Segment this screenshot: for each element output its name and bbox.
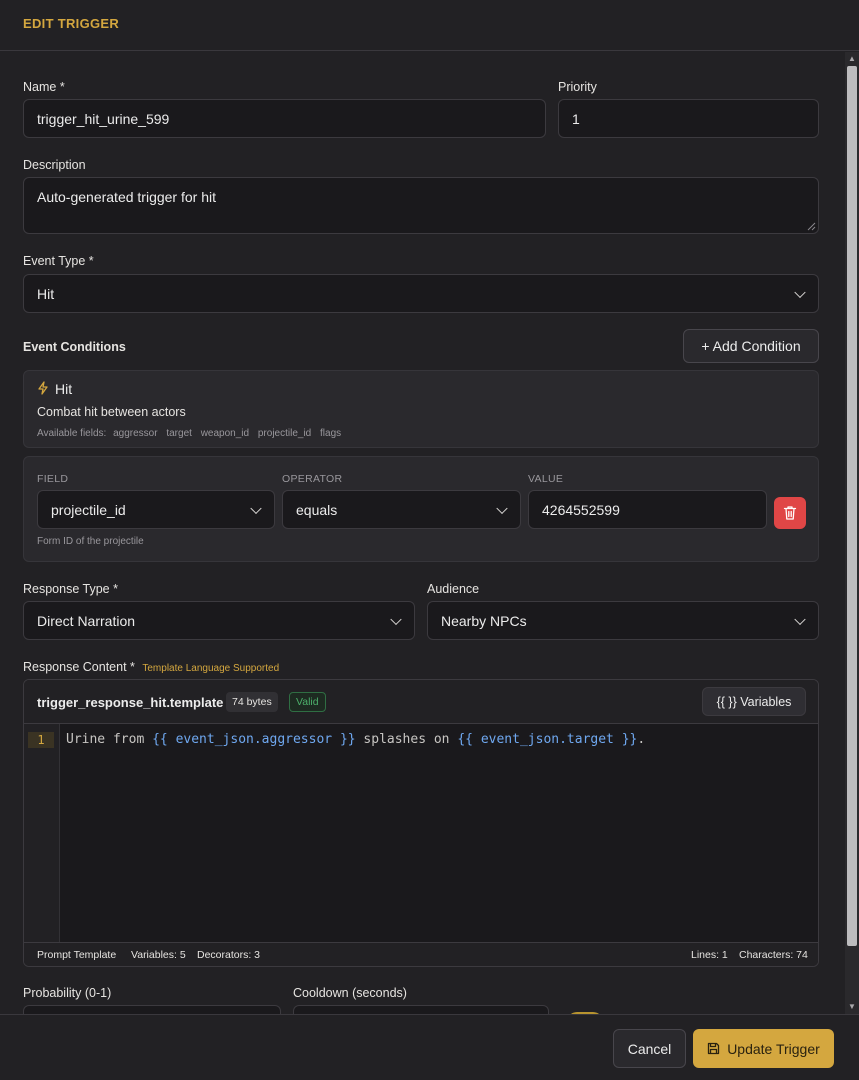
probability-input[interactable] — [23, 1005, 281, 1014]
response-content-label-row: Response Content * Template Language Sup… — [23, 660, 279, 674]
available-fields-line: Available fields: aggressor target weapo… — [37, 428, 341, 439]
priority-input-value: 1 — [572, 110, 580, 127]
description-textarea-value: Auto-generated trigger for hit — [37, 189, 216, 205]
dialog-footer: Cancel Update Trigger — [0, 1014, 859, 1080]
condition-value-text: 4264552599 — [542, 501, 620, 518]
code-token-plain: . — [637, 732, 646, 747]
response-type-label: Response Type * — [23, 582, 118, 596]
event-info-title: Hit — [55, 381, 73, 397]
code-token-var: event_json.aggressor — [167, 732, 340, 747]
editor-status-bar: Prompt Template Variables: 5 Decorators:… — [24, 942, 818, 966]
response-type-select[interactable]: Direct Narration — [23, 601, 415, 640]
lightning-icon — [38, 381, 48, 395]
cooldown-input[interactable] — [293, 1005, 549, 1014]
name-input[interactable]: trigger_hit_urine_599 — [23, 99, 546, 138]
size-badge: 74 bytes — [226, 692, 278, 712]
update-trigger-button[interactable]: Update Trigger — [693, 1029, 834, 1068]
event-info-description: Combat hit between actors — [37, 405, 186, 419]
code-token-brace: }} — [339, 732, 356, 747]
field-chip: projectile_id — [257, 428, 312, 439]
cancel-button[interactable]: Cancel — [613, 1029, 686, 1068]
condition-field-select[interactable]: projectile_id — [37, 490, 275, 529]
field-chip: target — [166, 428, 192, 439]
status-decorators: Decorators: 3 — [197, 949, 261, 961]
condition-field-hint: Form ID of the projectile — [37, 536, 144, 547]
dialog-title: EDIT TRIGGER — [23, 16, 120, 31]
delete-condition-button[interactable] — [774, 497, 806, 529]
code-token-var: event_json.target — [473, 732, 622, 747]
audience-select[interactable]: Nearby NPCs — [427, 601, 819, 640]
field-chip: flags — [320, 428, 342, 439]
dialog-header: EDIT TRIGGER — [0, 0, 859, 51]
save-icon — [708, 1042, 720, 1055]
probability-label: Probability (0-1) — [23, 986, 112, 1000]
value-column-header: VALUE — [528, 473, 564, 485]
code-token-brace: {{ — [152, 732, 168, 747]
condition-value-input[interactable]: 4264552599 — [528, 490, 767, 529]
event-type-select[interactable]: Hit — [23, 274, 819, 313]
chevron-down-icon — [250, 502, 262, 514]
audience-value: Nearby NPCs — [441, 612, 527, 629]
status-lines: Lines: 1 — [691, 949, 728, 961]
variables-button[interactable]: {{ }} Variables — [702, 687, 806, 716]
add-condition-button[interactable]: + Add Condition — [683, 329, 819, 363]
status-mode: Prompt Template — [37, 949, 117, 961]
field-chip: aggressor — [113, 428, 158, 439]
form-scroll-area[interactable]: Name * trigger_hit_urine_599 Priority 1 … — [0, 52, 845, 1014]
operator-column-header: OPERATOR — [282, 473, 343, 485]
line-gutter: 1 — [24, 724, 60, 942]
response-type-value: Direct Narration — [37, 612, 136, 629]
chevron-down-icon — [794, 613, 806, 625]
template-supported-note: Template Language Supported — [142, 663, 280, 674]
scroll-up-icon[interactable]: ▲ — [847, 54, 857, 64]
event-conditions-heading: Event Conditions — [23, 340, 126, 354]
code-token-brace: }} — [621, 732, 638, 747]
audience-label: Audience — [427, 582, 480, 596]
condition-operator-select[interactable]: equals — [282, 490, 521, 529]
template-editor: trigger_response_hit.template 74 bytes V… — [23, 679, 819, 967]
event-type-select-value: Hit — [37, 285, 55, 302]
description-label: Description — [23, 158, 86, 172]
name-label: Name * — [23, 80, 65, 94]
code-line[interactable]: Urine from {{ event_json.aggressor }} sp… — [66, 732, 645, 747]
condition-field-value: projectile_id — [51, 501, 126, 518]
chevron-down-icon — [794, 286, 806, 298]
event-info-panel: Hit Combat hit between actors Available … — [23, 370, 819, 448]
update-trigger-label: Update Trigger — [727, 1040, 820, 1057]
code-token-plain: splashes on — [355, 732, 458, 747]
condition-operator-value: equals — [296, 501, 338, 518]
response-content-label: Response Content * — [23, 660, 135, 674]
status-variables: Variables: 5 — [131, 949, 186, 961]
condition-row-panel: FIELD OPERATOR VALUE projectile_id equal… — [23, 456, 819, 562]
editor-toolbar: trigger_response_hit.template 74 bytes V… — [24, 680, 818, 724]
priority-label: Priority — [558, 80, 597, 94]
status-characters: Characters: 74 — [739, 949, 808, 961]
field-column-header: FIELD — [37, 473, 69, 485]
code-token-brace: {{ — [457, 732, 473, 747]
event-type-label: Event Type * — [23, 254, 94, 268]
priority-input[interactable]: 1 — [558, 99, 819, 138]
chevron-down-icon — [496, 502, 508, 514]
scrollbar-thumb[interactable] — [847, 66, 857, 946]
editor-filename: trigger_response_hit.template — [37, 695, 224, 710]
cooldown-label: Cooldown (seconds) — [293, 986, 407, 1000]
name-input-value: trigger_hit_urine_599 — [37, 110, 170, 127]
chevron-down-icon — [390, 613, 402, 625]
description-textarea[interactable]: Auto-generated trigger for hit — [23, 177, 819, 234]
field-chip: weapon_id — [200, 428, 250, 439]
code-token-plain: Urine from — [66, 732, 153, 747]
valid-badge: Valid — [289, 692, 326, 712]
resize-handle-icon[interactable] — [806, 221, 816, 231]
available-fields-label: Available fields: — [37, 428, 107, 439]
scroll-down-icon[interactable]: ▼ — [847, 1002, 857, 1012]
trash-icon — [783, 506, 797, 520]
line-number: 1 — [28, 732, 54, 748]
